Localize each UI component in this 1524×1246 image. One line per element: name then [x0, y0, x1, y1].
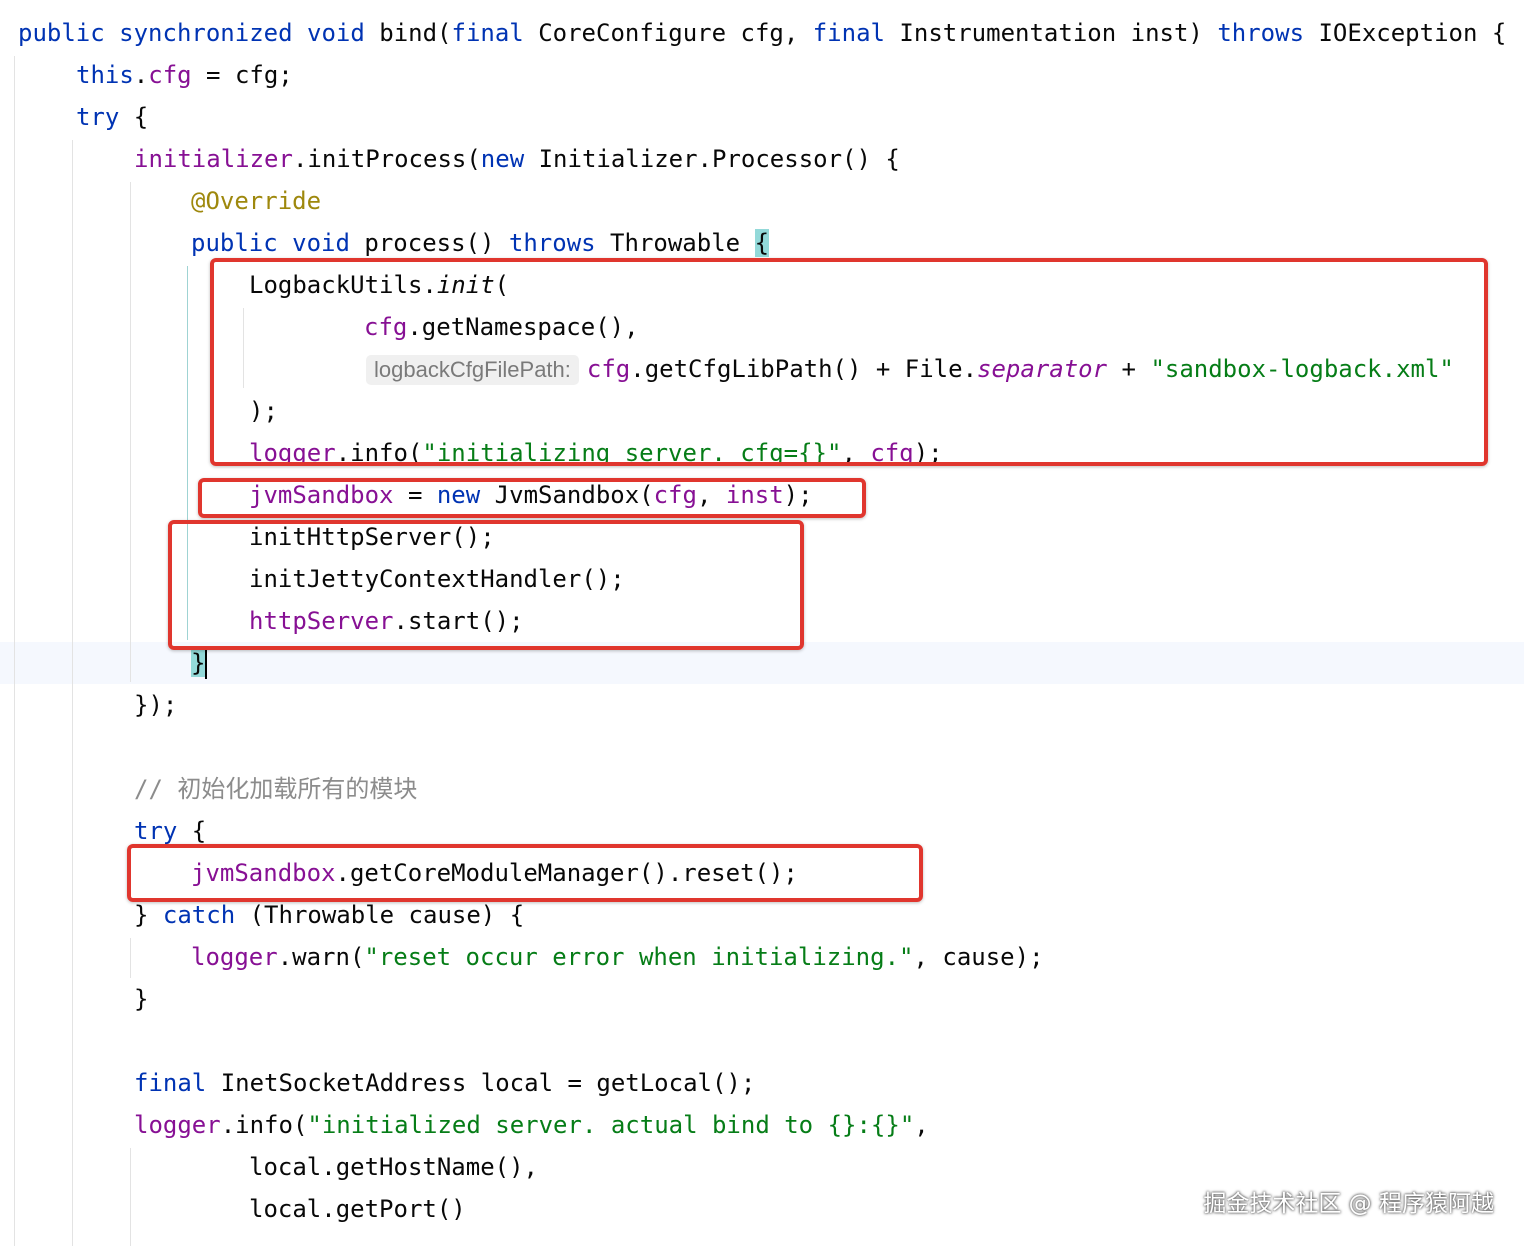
- code-line[interactable]: logger.warn("reset occur error when init…: [191, 936, 1044, 978]
- comment: // 初始化加载所有的模块: [134, 775, 418, 803]
- code-text: }: [134, 985, 149, 1013]
- keyword: throws: [508, 229, 596, 257]
- code-line[interactable]: }: [134, 978, 148, 1020]
- code-editor[interactable]: public synchronized void bind(final Core…: [0, 0, 1524, 1246]
- code-text: Initializer.Processor() {: [524, 145, 900, 173]
- code-text: {: [177, 817, 207, 845]
- keyword: void: [307, 19, 365, 47]
- code-line[interactable]: });: [134, 684, 177, 726]
- indent-guide: [130, 938, 131, 978]
- field-ref: initializer: [134, 145, 293, 173]
- code-text: {: [119, 103, 149, 131]
- code-line[interactable]: local.getPort(): [249, 1188, 466, 1230]
- code-line[interactable]: final InetSocketAddress local = getLocal…: [134, 1062, 755, 1104]
- indent-guide: [72, 140, 73, 1246]
- brace-match: {: [754, 229, 770, 257]
- keyword: this: [76, 61, 134, 89]
- code-text: = cfg;: [191, 61, 293, 89]
- field-ref: logger: [191, 943, 278, 971]
- keyword: synchronized: [119, 19, 293, 47]
- code-text: Throwable: [595, 229, 755, 257]
- code-text: bind(: [364, 19, 452, 47]
- highlight-box-logback-init: [210, 258, 1488, 466]
- keyword: try: [76, 103, 120, 131]
- code-line[interactable]: public synchronized void bind(final Core…: [18, 12, 1506, 54]
- code-line[interactable]: // 初始化加载所有的模块: [134, 768, 417, 810]
- indent-guide: [130, 1148, 131, 1246]
- keyword: final: [812, 19, 885, 47]
- code-text: .initProcess(: [292, 145, 481, 173]
- code-text: Instrumentation inst): [884, 19, 1218, 47]
- code-text: , cause);: [913, 943, 1044, 971]
- watermark: 掘金技术社区 @ 程序猿阿越: [1203, 1191, 1494, 1217]
- highlight-box-http-server: [168, 520, 804, 650]
- keyword: throws: [1217, 19, 1305, 47]
- code-text: .warn(: [277, 943, 365, 971]
- code-text: local.getHostName(),: [249, 1153, 538, 1181]
- keyword: void: [292, 229, 350, 257]
- text-caret: [205, 649, 208, 679]
- annotation: @Override: [191, 187, 322, 215]
- code-line[interactable]: local.getHostName(),: [249, 1146, 538, 1188]
- code-text: }: [134, 901, 163, 929]
- string-literal: "initialized server. actual bind to {}:{…: [307, 1111, 915, 1139]
- code-text: process(): [349, 229, 509, 257]
- highlight-box-module-reset: [127, 844, 923, 902]
- field-ref: cfg: [148, 61, 192, 89]
- code-text: (Throwable cause) {: [235, 901, 525, 929]
- indent-guide: [130, 182, 131, 682]
- string-literal: "reset occur error when initializing.": [364, 943, 914, 971]
- code-text: InetSocketAddress local = getLocal();: [206, 1069, 756, 1097]
- code-line[interactable]: @Override: [191, 180, 321, 222]
- highlight-box-jvmsandbox-new: [198, 478, 866, 518]
- code-line[interactable]: logger.info("initialized server. actual …: [134, 1104, 929, 1146]
- keyword: catch: [162, 901, 236, 929]
- code-text: IOException {: [1304, 19, 1507, 47]
- keyword: new: [480, 145, 525, 173]
- code-text: CoreConfigure cfg,: [523, 19, 813, 47]
- code-line[interactable]: this.cfg = cfg;: [76, 54, 293, 96]
- code-text: ,: [914, 1111, 929, 1139]
- keyword: final: [134, 1069, 207, 1097]
- brace-match: }: [191, 649, 206, 677]
- keyword: final: [451, 19, 524, 47]
- field-ref: logger: [134, 1111, 221, 1139]
- code-text: .info(: [220, 1111, 308, 1139]
- keyword: try: [134, 817, 178, 845]
- code-text: .: [133, 61, 149, 89]
- keyword: public: [191, 229, 278, 257]
- code-text: });: [134, 691, 178, 719]
- code-text: local.getPort(): [249, 1195, 466, 1223]
- code-line[interactable]: try {: [76, 96, 148, 138]
- keyword: public: [18, 19, 105, 47]
- code-line[interactable]: initializer.initProcess(new Initializer.…: [134, 138, 900, 180]
- indent-guide: [14, 56, 15, 1246]
